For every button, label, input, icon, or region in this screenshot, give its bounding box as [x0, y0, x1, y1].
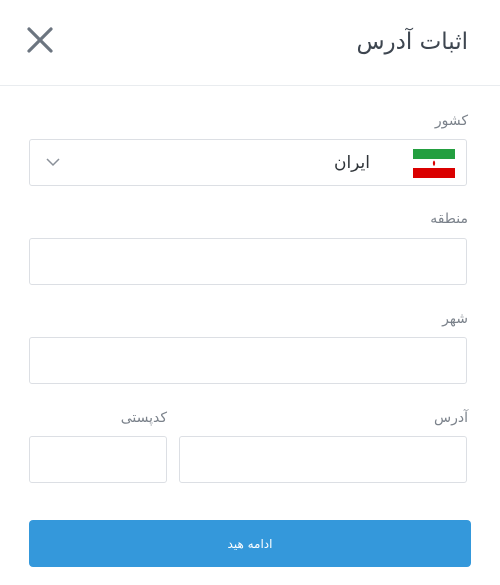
city-field[interactable]	[29, 337, 467, 384]
postal-code-field[interactable]	[29, 436, 167, 483]
address-label: آدرس	[434, 410, 468, 426]
country-select[interactable]: ایران	[29, 139, 467, 186]
address-input[interactable]	[180, 437, 466, 482]
region-input[interactable]	[30, 239, 466, 284]
country-label: کشور	[434, 113, 468, 129]
region-label: منطقه	[430, 211, 468, 227]
address-field[interactable]	[179, 436, 467, 483]
chevron-down-icon[interactable]	[46, 157, 60, 167]
postal-code-label: کدپستی	[120, 410, 167, 426]
city-input[interactable]	[30, 338, 466, 383]
postal-code-input[interactable]	[30, 437, 166, 482]
region-field[interactable]	[29, 238, 467, 285]
close-icon[interactable]	[26, 26, 54, 54]
continue-button[interactable]: ادامه هید	[29, 520, 471, 567]
country-value: ایران	[333, 153, 370, 173]
modal-header: اثبات آدرس	[0, 0, 500, 86]
page-title: اثبات آدرس	[356, 29, 468, 55]
city-label: شهر	[442, 311, 468, 327]
iran-flag-icon	[413, 149, 455, 178]
